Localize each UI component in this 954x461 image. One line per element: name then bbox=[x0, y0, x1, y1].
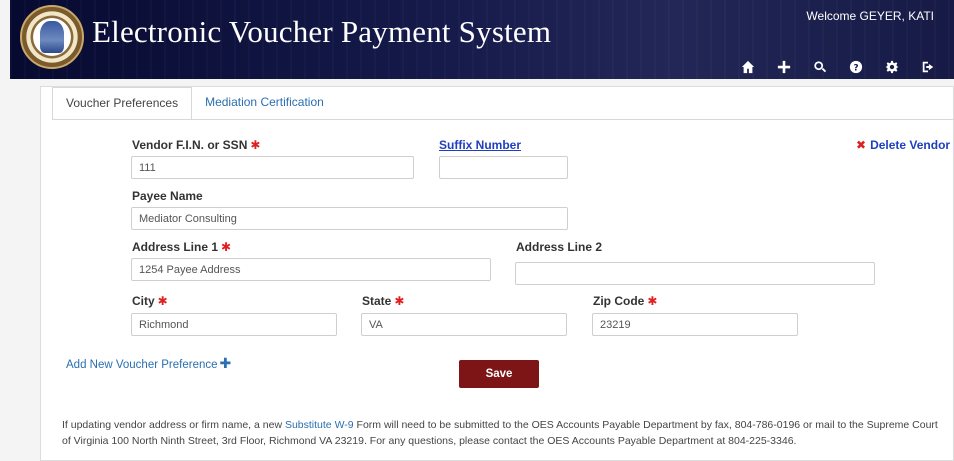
address-line1-input[interactable]: 1254 Payee Address bbox=[131, 258, 491, 281]
close-icon: ✖ bbox=[856, 138, 867, 152]
city-input[interactable]: Richmond bbox=[131, 313, 337, 336]
logout-icon[interactable] bbox=[910, 58, 946, 74]
tab-divider bbox=[52, 119, 954, 120]
add-new-voucher-preference-link[interactable]: Add New Voucher Preference ✚ bbox=[66, 355, 231, 372]
zip-code-input[interactable]: 23219 bbox=[592, 313, 798, 336]
header-toolbar: ? bbox=[730, 58, 946, 74]
substitute-w9-link[interactable]: Substitute W-9 bbox=[285, 419, 354, 431]
payee-name-input[interactable]: Mediator Consulting bbox=[131, 207, 568, 230]
address-line2-input[interactable] bbox=[515, 262, 875, 285]
save-button[interactable]: Save bbox=[459, 360, 539, 388]
virginia-seal-logo bbox=[20, 5, 84, 69]
app-header: Electronic Voucher Payment System Welcom… bbox=[10, 0, 954, 79]
tab-bar: Voucher Preferences Mediation Certificat… bbox=[52, 87, 337, 120]
city-label: City ✱ bbox=[132, 294, 168, 308]
gear-icon[interactable] bbox=[874, 58, 910, 74]
zip-code-label: Zip Code ✱ bbox=[593, 294, 658, 308]
help-icon[interactable]: ? bbox=[838, 58, 874, 74]
tab-mediation-certification[interactable]: Mediation Certification bbox=[192, 87, 337, 120]
address-line1-label: Address Line 1 ✱ bbox=[132, 240, 232, 254]
app-title: Electronic Voucher Payment System bbox=[92, 14, 552, 49]
vendor-fin-label: Vendor F.I.N. or SSN ✱ bbox=[132, 138, 261, 152]
required-marker: ✱ bbox=[250, 138, 261, 152]
state-input[interactable]: VA bbox=[361, 313, 567, 336]
vendor-fin-input[interactable]: 111 bbox=[131, 156, 414, 179]
payee-name-label: Payee Name bbox=[132, 189, 203, 203]
home-icon[interactable] bbox=[730, 58, 766, 74]
delete-vendor-link[interactable]: ✖ Delete Vendor bbox=[856, 138, 950, 152]
search-icon[interactable] bbox=[802, 58, 838, 74]
suffix-number-link[interactable]: Suffix Number bbox=[439, 138, 521, 152]
svg-text:?: ? bbox=[853, 64, 858, 74]
welcome-text: Welcome GEYER, KATI bbox=[806, 9, 934, 23]
address-line2-label: Address Line 2 bbox=[516, 240, 603, 254]
plus-icon[interactable] bbox=[766, 58, 802, 74]
tab-voucher-preferences[interactable]: Voucher Preferences bbox=[52, 87, 193, 120]
state-label: State ✱ bbox=[362, 294, 405, 308]
suffix-number-input[interactable] bbox=[439, 156, 568, 179]
w9-notice: If updating vendor address or firm name,… bbox=[62, 419, 938, 447]
plus-icon: ✚ bbox=[219, 355, 232, 371]
